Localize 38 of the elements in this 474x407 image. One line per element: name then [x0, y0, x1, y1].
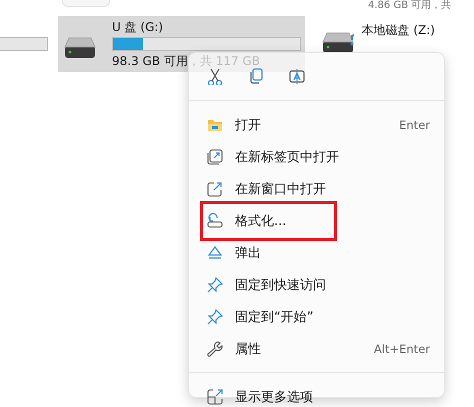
menu-item[interactable]: 打开 Enter	[193, 109, 440, 141]
menu-item[interactable]: 格式化...	[193, 205, 440, 237]
menu-item[interactable]: 固定到快速访问	[193, 269, 440, 301]
menu-item-label: 固定到快速访问	[235, 277, 326, 294]
menu-item[interactable]: 在新标签页中打开	[193, 141, 440, 173]
menu-item[interactable]: 属性 Alt+Enter	[193, 333, 440, 365]
menu-item[interactable]: 弹出	[193, 237, 440, 269]
copy-icon	[248, 68, 264, 84]
pin-icon	[207, 277, 223, 293]
menu-item[interactable]: 显示更多选项	[193, 381, 440, 407]
drive-tile[interactable]: 本地磁盘 (Z:)	[316, 16, 474, 72]
drive-name: U 盘 (G:)	[112, 19, 164, 35]
menu-item-label: 弹出	[235, 245, 261, 262]
menu-item-label: 打开	[235, 117, 261, 134]
folder-icon	[207, 117, 223, 133]
menu-item[interactable]: 固定到“开始”	[193, 301, 440, 333]
shortcut-text: Enter	[399, 118, 430, 132]
format-drive-icon	[207, 213, 223, 229]
menu-item-label: 属性	[235, 341, 261, 358]
drive-question-icon	[322, 32, 354, 54]
menu-item-label: 在新标签页中打开	[235, 149, 339, 166]
drive-name: 本地磁盘 (Z:)	[362, 22, 436, 38]
wrench-icon	[207, 341, 223, 357]
rename-icon	[289, 68, 305, 84]
menu-item-label: 在新窗口中打开	[235, 181, 326, 198]
menu-item-label: 格式化...	[235, 213, 286, 230]
new-tab-icon	[207, 149, 223, 165]
expand-icon	[207, 389, 223, 405]
menu-item-label: 固定到“开始”	[235, 309, 314, 326]
menu-item[interactable]: 在新窗口中打开	[193, 173, 440, 205]
eject-icon	[207, 245, 223, 261]
new-window-icon	[207, 181, 223, 197]
shortcut-text: Alt+Enter	[374, 342, 430, 356]
storage-bar	[0, 37, 48, 51]
pin-icon	[207, 309, 223, 325]
menu-item-label: 显示更多选项	[235, 389, 313, 406]
cut-icon	[207, 68, 223, 84]
free-space-text: 4.86 GB 可用，共	[368, 0, 452, 13]
